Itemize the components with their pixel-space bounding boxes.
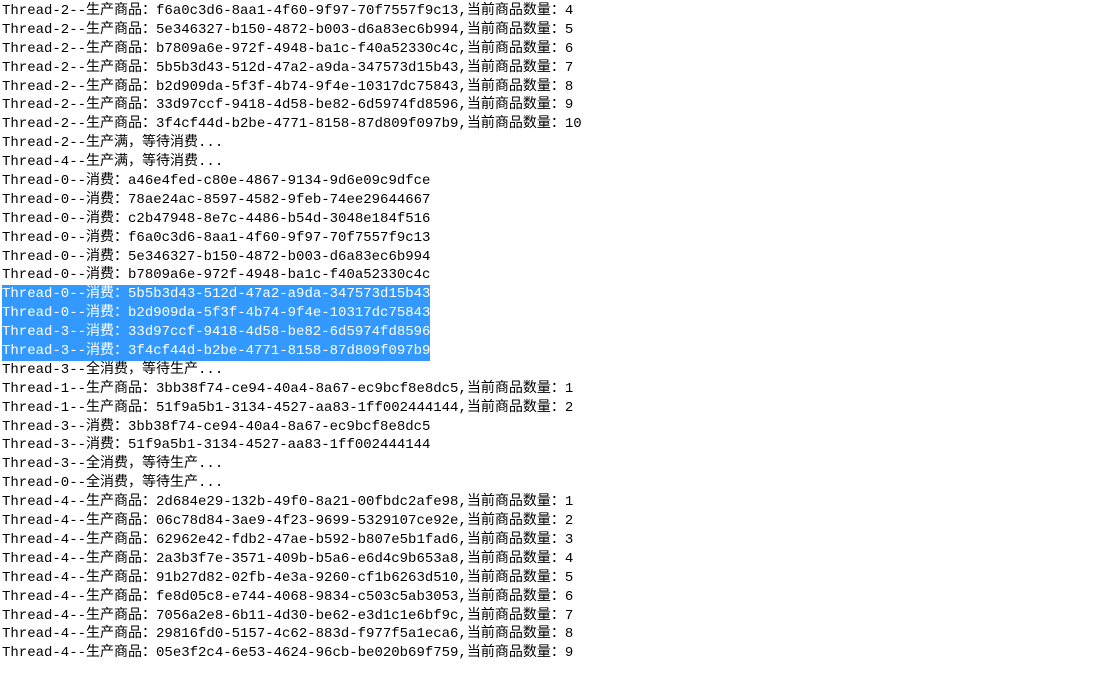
log-line[interactable]: Thread-0--消费：f6a0c3d6-8aa1-4f60-9f97-70f… — [2, 229, 1116, 248]
log-line[interactable]: Thread-0--消费：a46e4fed-c80e-4867-9134-9d6… — [2, 172, 1116, 191]
log-line[interactable]: Thread-1--生产商品：51f9a5b1-3134-4527-aa83-1… — [2, 399, 1116, 418]
log-line[interactable]: Thread-2--生产商品：33d97ccf-9418-4d58-be82-6… — [2, 96, 1116, 115]
log-line[interactable]: Thread-0--全消费，等待生产... — [2, 474, 1116, 493]
log-line[interactable]: Thread-3--消费：3f4cf44d-b2be-4771-8158-87d… — [2, 342, 1116, 361]
log-line[interactable]: Thread-4--生产商品：7056a2e8-6b11-4d30-be62-e… — [2, 607, 1116, 626]
log-line[interactable]: Thread-4--生产商品：05e3f2c4-6e53-4624-96cb-b… — [2, 644, 1116, 663]
log-line[interactable]: Thread-0--消费：c2b47948-8e7c-4486-b54d-304… — [2, 210, 1116, 229]
log-line[interactable]: Thread-2--生产商品：5e346327-b150-4872-b003-d… — [2, 21, 1116, 40]
log-line[interactable]: Thread-4--生产商品：29816fd0-5157-4c62-883d-f… — [2, 625, 1116, 644]
log-line[interactable]: Thread-2--生产商品：5b5b3d43-512d-47a2-a9da-3… — [2, 59, 1116, 78]
log-line[interactable]: Thread-3--全消费，等待生产... — [2, 361, 1116, 380]
log-line[interactable]: Thread-2--生产商品：f6a0c3d6-8aa1-4f60-9f97-7… — [2, 2, 1116, 21]
console-output[interactable]: Thread-2--生产商品：f6a0c3d6-8aa1-4f60-9f97-7… — [0, 0, 1116, 663]
log-line[interactable]: Thread-4--生产商品：2d684e29-132b-49f0-8a21-0… — [2, 493, 1116, 512]
log-line[interactable]: Thread-0--消费：5e346327-b150-4872-b003-d6a… — [2, 248, 1116, 267]
log-line[interactable]: Thread-3--消费：33d97ccf-9418-4d58-be82-6d5… — [2, 323, 1116, 342]
log-line[interactable]: Thread-3--消费：3bb38f74-ce94-40a4-8a67-ec9… — [2, 418, 1116, 437]
highlighted-text[interactable]: Thread-3--消费：3f4cf44d-b2be-4771-8158-87d… — [2, 342, 430, 361]
highlighted-text[interactable]: Thread-3--消费：33d97ccf-9418-4d58-be82-6d5… — [2, 323, 430, 342]
log-line[interactable]: Thread-2--生产商品：b7809a6e-972f-4948-ba1c-f… — [2, 40, 1116, 59]
log-line[interactable]: Thread-2--生产商品：b2d909da-5f3f-4b74-9f4e-1… — [2, 78, 1116, 97]
log-line[interactable]: Thread-2--生产商品：3f4cf44d-b2be-4771-8158-8… — [2, 115, 1116, 134]
log-line[interactable]: Thread-0--消费：78ae24ac-8597-4582-9feb-74e… — [2, 191, 1116, 210]
highlighted-text[interactable]: Thread-0--消费：5b5b3d43-512d-47a2-a9da-347… — [2, 285, 430, 304]
log-line[interactable]: Thread-1--生产商品：3bb38f74-ce94-40a4-8a67-e… — [2, 380, 1116, 399]
log-line[interactable]: Thread-0--消费：b7809a6e-972f-4948-ba1c-f40… — [2, 266, 1116, 285]
log-line[interactable]: Thread-4--生产商品：2a3b3f7e-3571-409b-b5a6-e… — [2, 550, 1116, 569]
log-line[interactable]: Thread-0--消费：5b5b3d43-512d-47a2-a9da-347… — [2, 285, 1116, 304]
log-line[interactable]: Thread-3--全消费，等待生产... — [2, 455, 1116, 474]
log-line[interactable]: Thread-4--生产商品：fe8d05c8-e744-4068-9834-c… — [2, 588, 1116, 607]
log-line[interactable]: Thread-4--生产商品：91b27d82-02fb-4e3a-9260-c… — [2, 569, 1116, 588]
log-line[interactable]: Thread-0--消费：b2d909da-5f3f-4b74-9f4e-103… — [2, 304, 1116, 323]
log-line[interactable]: Thread-4--生产满，等待消费... — [2, 153, 1116, 172]
log-line[interactable]: Thread-4--生产商品：06c78d84-3ae9-4f23-9699-5… — [2, 512, 1116, 531]
log-line[interactable]: Thread-3--消费：51f9a5b1-3134-4527-aa83-1ff… — [2, 436, 1116, 455]
log-line[interactable]: Thread-4--生产商品：62962e42-fdb2-47ae-b592-b… — [2, 531, 1116, 550]
log-line[interactable]: Thread-2--生产满，等待消费... — [2, 134, 1116, 153]
highlighted-text[interactable]: Thread-0--消费：b2d909da-5f3f-4b74-9f4e-103… — [2, 304, 430, 323]
